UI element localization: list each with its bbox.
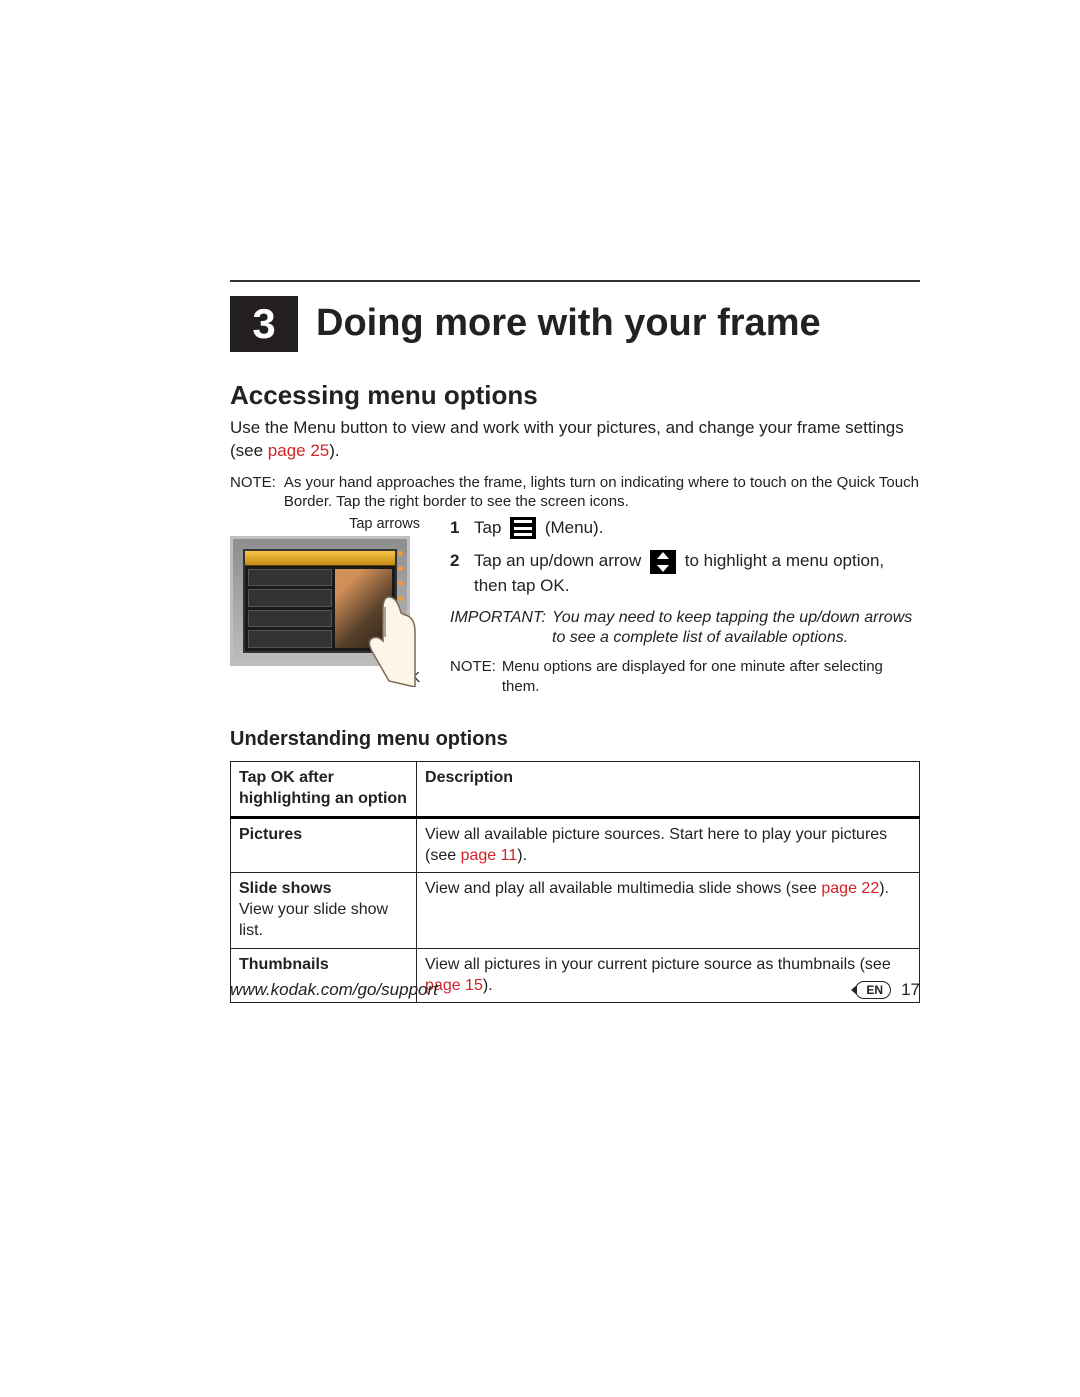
note-label: NOTE: xyxy=(230,473,276,512)
screen-menu-list xyxy=(248,569,332,648)
note-quick-touch: NOTE: As your hand approaches the frame,… xyxy=(230,473,920,512)
chapter-number: 3 xyxy=(230,296,298,352)
table-header-row: Tap OK after highlighting an option Desc… xyxy=(231,762,920,818)
page-footer: www.kodak.com/go/support EN 17 xyxy=(230,980,920,1000)
menu-options-table: Tap OK after highlighting an option Desc… xyxy=(230,761,920,1003)
important-text: You may need to keep tapping the up/down… xyxy=(552,608,920,650)
language-badge: EN xyxy=(855,981,891,999)
cell-title: Pictures xyxy=(239,825,408,846)
cell-option: Slide shows View your slide show list. xyxy=(231,873,417,948)
frame-screen xyxy=(243,549,397,653)
note-menu-timeout: NOTE: Menu options are displayed for one… xyxy=(450,657,920,696)
touch-border-lights xyxy=(398,551,404,631)
step-2: 2 Tap an up/down arrow to highlight a me… xyxy=(450,549,920,597)
cell-description: View and play all available multimedia s… xyxy=(417,873,920,948)
link-page-25[interactable]: page 25 xyxy=(268,441,329,460)
desc-a: View all pictures in your current pictur… xyxy=(425,956,891,973)
screen-photo-preview xyxy=(335,569,392,648)
cell-sub: View your slide show list. xyxy=(239,900,408,942)
frame-illustration xyxy=(230,536,410,666)
step-body: Tap (Menu). xyxy=(474,516,603,540)
caption-ok: OK xyxy=(230,670,430,686)
table-row: Pictures View all available picture sour… xyxy=(231,817,920,873)
important-note: IMPORTANT: You may need to keep tapping … xyxy=(450,608,920,650)
footer-url[interactable]: www.kodak.com/go/support xyxy=(230,980,438,1000)
cell-option: Pictures xyxy=(231,817,417,873)
footer-right: EN 17 xyxy=(855,980,920,1000)
step-number: 1 xyxy=(450,516,464,540)
page-number: 17 xyxy=(901,980,920,1000)
rule-top xyxy=(230,280,920,282)
screen-menu-row xyxy=(248,610,332,628)
caption-tap-arrows: Tap arrows xyxy=(230,516,430,532)
screen-menu-bar xyxy=(245,551,395,566)
figure-column: Tap arrows xyxy=(230,516,430,697)
page: 3 Doing more with your frame Accessing m… xyxy=(0,0,1080,1397)
link-page-22[interactable]: page 22 xyxy=(821,880,879,897)
step2-text-a: Tap an up/down arrow xyxy=(474,551,646,570)
intro-paragraph: Use the Menu button to view and work wit… xyxy=(230,417,920,463)
cell-title: Slide shows xyxy=(239,879,408,900)
th-option: Tap OK after highlighting an option xyxy=(231,762,417,818)
updown-arrow-icon xyxy=(650,550,676,574)
screen-menu-row xyxy=(248,630,332,648)
screen-body xyxy=(245,566,395,651)
figure-and-steps: Tap arrows xyxy=(230,516,920,697)
cell-description: View all available picture sources. Star… xyxy=(417,817,920,873)
desc-b: ). xyxy=(517,847,527,864)
step-number: 2 xyxy=(450,549,464,597)
desc-b: ). xyxy=(879,880,889,897)
desc-a: View and play all available multimedia s… xyxy=(425,880,821,897)
screen-menu-row xyxy=(248,569,332,587)
section-heading-accessing: Accessing menu options xyxy=(230,380,920,411)
th-description: Description xyxy=(417,762,920,818)
note-body: As your hand approaches the frame, light… xyxy=(284,473,920,512)
important-label: IMPORTANT: xyxy=(450,608,546,650)
link-page-11[interactable]: page 11 xyxy=(461,847,518,864)
section-heading-understanding: Understanding menu options xyxy=(230,728,920,751)
step1-text-a: Tap xyxy=(474,518,506,537)
table-row: Slide shows View your slide show list. V… xyxy=(231,873,920,948)
note-body: Menu options are displayed for one minut… xyxy=(502,657,920,696)
note-label: NOTE: xyxy=(450,657,496,696)
intro-text-b: ). xyxy=(329,441,339,460)
menu-icon xyxy=(510,517,536,539)
step1-text-b: (Menu). xyxy=(540,518,603,537)
cell-title: Thumbnails xyxy=(239,955,408,976)
steps-column: 1 Tap (Menu). 2 Tap an up/down arrow to … xyxy=(450,516,920,697)
chapter-header: 3 Doing more with your frame xyxy=(230,296,920,352)
step-body: Tap an up/down arrow to highlight a menu… xyxy=(474,549,920,597)
screen-menu-row xyxy=(248,589,332,607)
step-1: 1 Tap (Menu). xyxy=(450,516,920,540)
chapter-title: Doing more with your frame xyxy=(298,296,821,352)
